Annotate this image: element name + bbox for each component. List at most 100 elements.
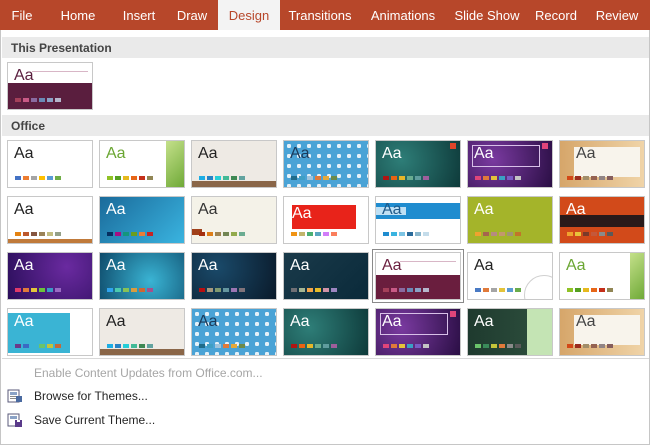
color-swatches [291,288,337,292]
theme-shape [630,253,644,299]
theme-dividend[interactable]: Aa [467,252,553,300]
color-swatches [15,344,61,348]
theme-accent-line [400,261,456,262]
browse-for-themes-label: Browse for Themes... [34,389,148,403]
theme-band [8,83,92,109]
theme-wood-type-alt[interactable]: Aa [559,308,645,356]
color-swatches [199,344,245,348]
theme-accent-line [32,71,88,72]
browse-themes-icon [7,388,23,404]
theme-ion-boardroom-alt[interactable]: Aa [191,308,277,356]
theme-glyph: Aa [474,145,494,162]
theme-glyph: Aa [576,145,596,162]
color-swatches [15,288,61,292]
theme-main-event[interactable]: Aa [191,252,277,300]
theme-glyph: Aa [382,257,402,274]
theme-glyph: Aa [106,201,126,218]
theme-ring [524,275,552,299]
color-swatches [291,176,337,180]
theme-glyph: Aa [292,205,312,222]
theme-band [100,349,184,355]
theme-basis[interactable]: Aa [467,196,553,244]
theme-current[interactable]: Aa [7,62,93,110]
color-swatches [383,344,429,348]
enable-content-updates-item: Enable Content Updates from Office.com..… [7,362,263,384]
theme-glyph: Aa [474,257,494,274]
color-swatches [199,288,245,292]
enable-content-updates-label: Enable Content Updates from Office.com..… [34,366,263,380]
color-swatches [107,288,153,292]
theme-integral[interactable]: Aa [191,140,277,188]
theme-glyph: Aa [106,257,126,274]
color-swatches [567,344,613,348]
save-theme-icon [7,412,23,428]
tab-review[interactable]: Review [584,0,650,30]
theme-glyph: Aa [474,313,494,330]
tab-insert[interactable]: Insert [112,0,166,30]
theme-frame[interactable]: Aa [7,308,93,356]
theme-integral-alt[interactable]: Aa [99,308,185,356]
tab-home[interactable]: Home [44,0,112,30]
browse-for-themes-item[interactable]: Browse for Themes... [7,385,148,407]
gallery-divider [2,358,649,359]
theme-glyph: Aa [198,257,218,274]
color-swatches [383,176,429,180]
tab-file[interactable]: File [0,0,44,30]
theme-office[interactable]: Aa [7,140,93,188]
theme-ion[interactable]: Aa [375,140,461,188]
theme-slice[interactable]: Aa [99,196,185,244]
theme-berlin[interactable]: Aa [283,196,369,244]
tab-design[interactable]: Design [218,0,280,30]
theme-accent [450,311,456,317]
theme-glyph: Aa [14,201,34,218]
theme-circuit[interactable]: Aa [7,252,93,300]
theme-glyph: Aa [566,257,586,274]
theme-band [8,239,92,243]
tab-animations[interactable]: Animations [360,0,446,30]
section-header-office: Office [2,115,649,136]
tab-slide-show[interactable]: Slide Show [446,0,528,30]
color-swatches [107,344,153,348]
theme-glyph: Aa [290,313,310,330]
color-swatches [291,344,337,348]
theme-mesh[interactable]: Aa [283,252,369,300]
theme-wood-type[interactable]: Aa [559,140,645,188]
theme-wisp[interactable]: Aa [191,196,277,244]
section-header-this-presentation: This Presentation [2,37,649,58]
theme-facet[interactable]: Aa [99,140,185,188]
save-current-theme-item[interactable]: Save Current Theme... [7,409,155,431]
themes-gallery-panel: This Presentation Aa Office Aa Aa Aa Aa … [0,30,650,445]
theme-droplet[interactable]: Aa [99,252,185,300]
theme-vapor[interactable]: Aa [559,196,645,244]
tab-transitions[interactable]: Transitions [280,0,360,30]
theme-organic-purple-alt[interactable]: Aa [375,308,461,356]
color-swatches [567,176,613,180]
color-swatches [383,288,429,292]
theme-view[interactable]: Aa [375,196,461,244]
tab-draw[interactable]: Draw [166,0,218,30]
color-swatches [475,176,521,180]
theme-ion-alt[interactable]: Aa [283,308,369,356]
theme-glyph: Aa [14,257,34,274]
theme-shape [166,141,184,187]
theme-ion-boardroom[interactable]: Aa [283,140,369,188]
theme-band [192,181,276,187]
theme-organic-purple[interactable]: Aa [467,140,553,188]
color-swatches [15,232,61,236]
theme-glyph: Aa [198,201,218,218]
theme-dark-green[interactable]: Aa [467,308,553,356]
color-swatches [383,232,429,236]
color-swatches [107,176,153,180]
theme-glyph: Aa [14,67,34,84]
color-swatches [107,232,153,236]
theme-savon[interactable]: Aa [372,249,464,303]
theme-glyph: Aa [14,313,34,330]
tab-record[interactable]: Record [528,0,584,30]
theme-glyph: Aa [198,145,218,162]
theme-glyph: Aa [14,145,34,162]
theme-glyph: Aa [382,145,402,162]
theme-retrospect[interactable]: Aa [7,196,93,244]
theme-accent [542,143,548,149]
theme-facet-alt[interactable]: Aa [559,252,645,300]
save-current-theme-label: Save Current Theme... [34,413,156,427]
